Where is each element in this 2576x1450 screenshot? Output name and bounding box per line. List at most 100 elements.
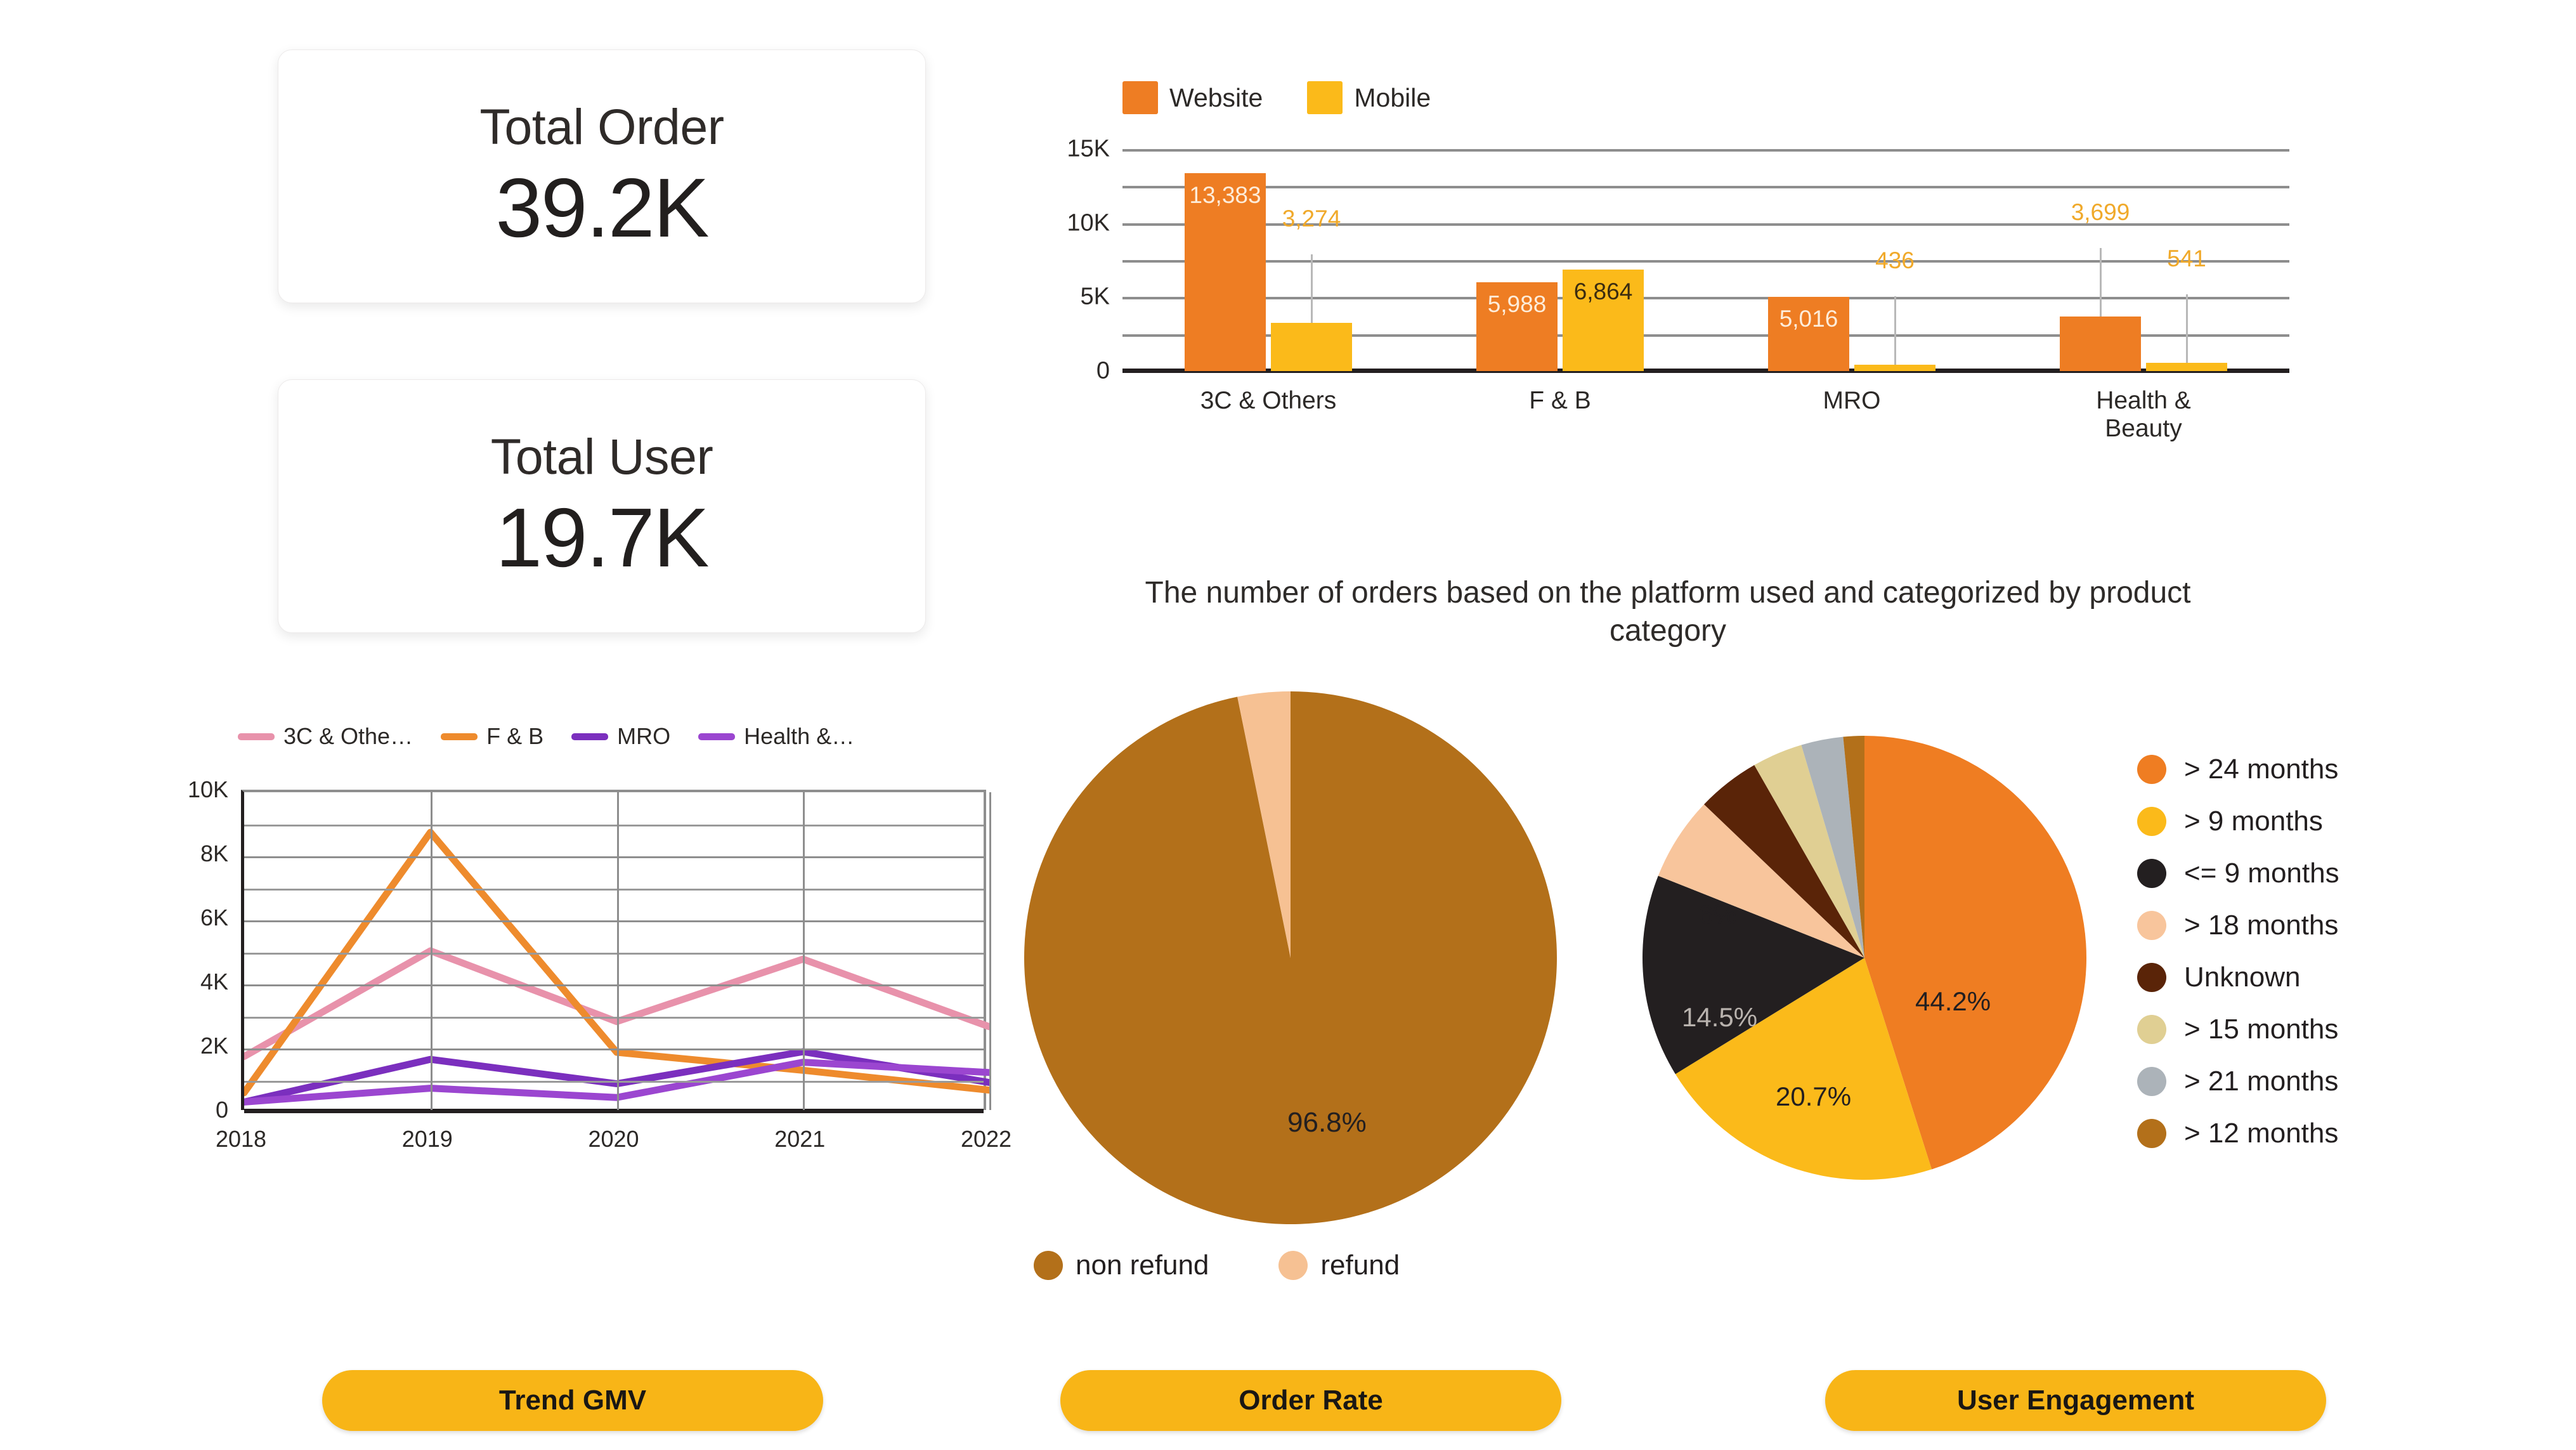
engagement-label-24-months: 44.2% [1915,986,1991,1016]
legend-label: F & B [486,723,544,749]
legend-label: 3C & Othe… [283,723,413,749]
engagement-legend-item[interactable]: Unknown [2137,962,2339,993]
bar-chart-plot: 13,383 3,274 5,988 6,864 5,016 436 3,699 541 [1122,149,2289,373]
line-legend-item[interactable]: F & B [441,723,543,750]
user-engagement-button[interactable]: User Engagement [1825,1370,2326,1431]
engagement-legend-item[interactable]: > 18 months [2137,910,2339,941]
bar-chart-caption: The number of orders based on the platfo… [1145,576,2191,648]
line-gridline-v [803,792,805,1110]
line-chart-y-axis: 0 2K 4K 6K 8K 10K [171,776,235,1123]
legend-label: non refund [1076,1250,1209,1281]
line-legend-item[interactable]: 3C & Othe… [238,723,413,750]
bar-website[interactable]: 5,988 [1476,282,1558,371]
bar-value-label: 3,699 [2071,199,2130,225]
bar-x-tick: Health & Beauty [2096,387,2191,442]
line-legend-item[interactable]: Health &… [698,723,854,750]
line-gridline-h-minor [244,888,984,891]
legend-dot-icon [2137,911,2166,940]
line-gridline-h-minor [244,952,984,955]
line-gridline-v [989,792,991,1110]
trend-gmv-button[interactable]: Trend GMV [322,1370,823,1431]
bar-y-tick: 5K [1080,283,1110,310]
engagement-legend-item[interactable]: <= 9 months [2137,858,2339,889]
engagement-legend-item[interactable]: > 9 months [2137,806,2339,837]
legend-line-icon [238,733,275,740]
engagement-legend-item[interactable]: > 15 months [2137,1014,2339,1045]
engagement-pie-legend: > 24 months > 9 months <= 9 months > 18 mon… [2137,754,2339,1149]
bar-website[interactable]: 5,016 [1768,296,1849,371]
line-y-tick: 0 [215,1097,228,1123]
bar-gridline [1122,149,2289,152]
bar-chart-y-axis: 0 5K 10K 15K [1040,136,1115,384]
bar-group: 5,016 436 [1768,247,1935,371]
legend-label: refund [1320,1250,1400,1281]
bar-value-leader-line [2186,294,2188,363]
kpi-value: 39.2K [495,160,710,254]
engagement-legend-item[interactable]: > 21 months [2137,1066,2339,1097]
line-x-tick: 2021 [774,1126,826,1152]
legend-label: Health &… [744,723,855,749]
legend-label: > 24 months [2184,754,2339,785]
line-gridline-h [244,1048,984,1050]
line-chart-legend: 3C & Othe… F & B MRO Health &… [238,723,854,750]
bar-value-label: 5,988 [1487,291,1547,318]
engagement-pie-svg [1643,736,2086,1180]
order-rate-button[interactable]: Order Rate [1060,1370,1561,1431]
line-x-tick: 2022 [960,1126,1012,1152]
kpi-card-total-user: Total User 19.7K [278,379,926,633]
line-y-tick: 4K [200,969,228,995]
bar-legend-item-website[interactable]: Website [1122,81,1263,114]
legend-dot-icon [2137,963,2166,992]
line-gridline-h [244,920,984,922]
legend-label: MRO [617,723,671,749]
legend-swatch-icon [1307,81,1343,114]
line-chart-panel: 3C & Othe… F & B MRO Health &… 0 2K 4K 6K 8K 10K… [171,723,1012,1243]
refund-pie-panel: 96.8% non refund refund [1008,691,1604,1319]
engagement-pie-chart: 44.2% 20.7% 14.5% 6% [1643,736,2086,1180]
bar-mobile[interactable]: 541 [2146,245,2227,371]
bar-website[interactable]: 3,699 [2060,199,2141,371]
legend-label: <= 9 months [2184,858,2339,889]
line-gridline-h [244,984,984,986]
engagement-legend-item[interactable]: > 24 months [2137,754,2339,785]
legend-swatch-icon [1122,81,1158,114]
refund-pie-svg [1024,691,1557,1224]
legend-dot-icon [2137,1067,2166,1096]
legend-line-icon [441,733,478,740]
line-gridline-h-minor [244,1080,984,1083]
bar-value-leader-line [1311,254,1313,323]
bar-group: 3,699 541 [2060,199,2227,371]
engagement-label-lte-9-months: 14.5% [1682,1002,1758,1032]
legend-dot-icon [2137,1015,2166,1044]
refund-legend-item[interactable]: non refund [1034,1250,1209,1281]
legend-dot-icon [2137,807,2166,836]
bar-value-label: 5,016 [1779,305,1838,332]
bar-y-tick: 0 [1096,357,1110,384]
bar-y-tick: 15K [1067,135,1110,162]
bar-mobile[interactable]: 436 [1854,247,1935,371]
bar-website[interactable]: 13,383 [1185,173,1266,371]
bar-mobile[interactable]: 3,274 [1271,206,1352,371]
dashboard-root: Total Order 39.2K Total User 19.7K Websi… [0,0,2576,1450]
bar-value-label: 6,864 [1573,278,1633,304]
legend-label: Mobile [1354,82,1431,112]
engagement-pie-panel: 44.2% 20.7% 14.5% 6% > 24 months > 9 mont… [1643,736,2492,1192]
line-legend-item[interactable]: MRO [571,723,670,750]
bar-chart-panel: Website Mobile 0 5K 10K 15K 13,383 3,274 5,988… [1040,63,2308,495]
line-gridline-h-minor [244,824,984,826]
bar-x-tick: MRO [1823,387,1881,414]
bar-mobile[interactable]: 6,864 [1563,269,1644,371]
legend-label: Unknown [2184,962,2301,993]
legend-label: > 18 months [2184,910,2339,941]
legend-line-icon [698,733,736,740]
engagement-legend-item[interactable]: > 12 months [2137,1118,2339,1149]
bar-legend-item-mobile[interactable]: Mobile [1307,81,1431,114]
kpi-card-total-order: Total Order 39.2K [278,49,926,303]
kpi-value: 19.7K [495,490,710,584]
line-chart-plot [240,790,993,1113]
bar-group: 5,988 6,864 [1476,269,1644,371]
bar-x-tick: F & B [1529,387,1591,414]
line-gridline-v [430,792,433,1110]
line-gridline-h [244,856,984,858]
refund-legend-item[interactable]: refund [1278,1250,1400,1281]
